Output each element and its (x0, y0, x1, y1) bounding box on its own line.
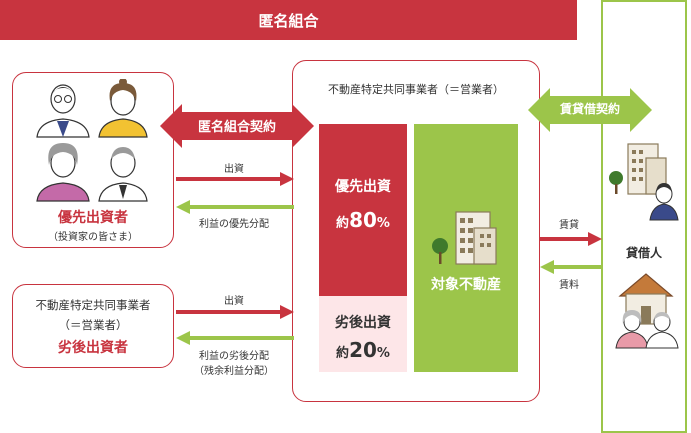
lease-contract-label: 賃貸借契約 (559, 102, 620, 116)
priority-distribution-label: 利益の優先分配 (199, 219, 269, 230)
rent-arrow (540, 260, 602, 274)
subordinate-investor-line1: 不動産特定共同事業者 (35, 298, 151, 312)
subordinate-investment-column: 劣後出資 約20% (319, 296, 407, 372)
subordinate-distribution-label-1: 利益の劣後分配 (199, 351, 269, 362)
tokumei-contract-label: 匿名組合契約 (197, 120, 276, 135)
property-building-icon (432, 211, 497, 265)
investor-avatar-woman (98, 79, 148, 138)
lease-label: 賃貸 (559, 220, 579, 231)
investment-bottom-arrow (176, 305, 294, 319)
subordinate-distribution-label-2: （残余利益分配） (194, 366, 274, 377)
investor-avatars (36, 79, 148, 202)
priority-investors-title: 優先出資者 (58, 210, 128, 226)
subordinate-investment-share: 約20% (336, 338, 390, 362)
rent-label: 賃料 (559, 280, 579, 291)
tenant-label: 貸借人 (625, 246, 662, 260)
target-property-label: 対象不動産 (431, 277, 501, 293)
scheme-title: 匿名組合 (258, 11, 319, 30)
priority-investors-subtitle: （投資家の皆さま） (48, 232, 138, 243)
tenant-house-icon (615, 273, 679, 349)
target-property-column: 対象不動産 (414, 124, 518, 372)
priority-investment-label: 優先出資 (335, 179, 391, 195)
priority-investment-column: 優先出資 約80% (319, 124, 407, 296)
investment-top-arrow (176, 172, 294, 186)
priority-distribution-arrow (176, 200, 294, 214)
investor-avatar-older-woman (36, 143, 90, 202)
investor-avatar-man-glasses (36, 84, 90, 138)
subordinate-investor-title: 劣後出資者 (58, 340, 128, 356)
operator-main-title: 不動産特定共同事業者（＝営業者） (328, 83, 504, 96)
investor-avatar-older-man (98, 147, 148, 202)
lease-arrow (540, 232, 602, 246)
subordinate-distribution-arrow (176, 331, 294, 345)
tenant-office-icon (609, 143, 679, 221)
subordinate-investor-box: 不動産特定共同事業者 （＝営業者） 劣後出資者 (12, 284, 174, 368)
scheme-title-bar: 匿名組合 (0, 0, 577, 40)
priority-investment-share: 約80% (336, 208, 390, 232)
subordinate-investment-label: 劣後出資 (335, 315, 391, 331)
priority-investors-box: 優先出資者 （投資家の皆さま） (12, 72, 174, 248)
subordinate-investor-line2: （＝営業者） (58, 318, 128, 332)
